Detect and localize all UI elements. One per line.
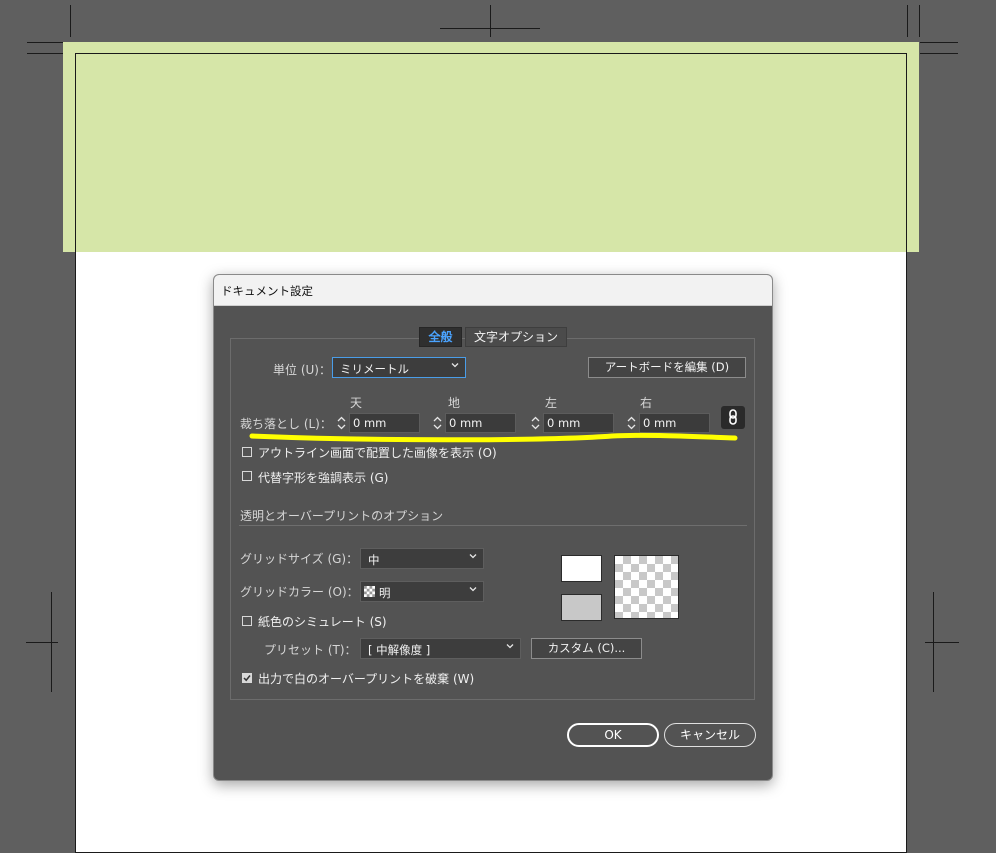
crop-mark: [440, 28, 540, 29]
tab-type-options[interactable]: 文字オプション: [465, 327, 567, 347]
bleed-label: 裁ち落とし (L)：: [240, 417, 332, 431]
dialog-titlebar: ドキュメント設定: [214, 275, 772, 306]
chevron-down-icon: [469, 587, 477, 592]
chain-link-icon: [729, 409, 737, 425]
highlight-glyphs-checkbox[interactable]: [242, 471, 252, 481]
show-images-outline-label: アウトライン画面で配置した画像を表示 (O): [258, 446, 497, 460]
bleed-top-input[interactable]: 0 mm: [349, 413, 420, 433]
crop-mark: [920, 53, 958, 54]
preset-select[interactable]: [ 中解像度 ]: [360, 638, 521, 659]
crop-mark: [925, 642, 959, 643]
unit-select[interactable]: ミリメートル: [332, 357, 466, 378]
ok-button[interactable]: OK: [567, 723, 659, 747]
crop-mark: [907, 5, 908, 37]
bleed-right-input[interactable]: 0 mm: [639, 413, 710, 433]
paper-color-swatch[interactable]: [561, 555, 602, 582]
simulate-paper-label: 紙色のシミュレート (S): [258, 615, 387, 629]
simulate-paper-checkbox[interactable]: [242, 616, 252, 626]
show-images-outline-checkbox[interactable]: [242, 447, 252, 457]
link-bleed-button[interactable]: [721, 406, 745, 429]
bleed-right-heading: 右: [640, 396, 653, 410]
artboard-top-edge: [75, 53, 907, 252]
crop-mark: [490, 5, 491, 37]
bleed-left-input[interactable]: 0 mm: [543, 413, 614, 433]
unit-value: ミリメートル: [340, 362, 409, 376]
bleed-top-heading: 天: [350, 396, 363, 410]
dialog-title: ドキュメント設定: [221, 284, 313, 298]
crop-mark: [919, 5, 920, 37]
checker-pattern-icon: [364, 586, 375, 597]
grid-color-swatch[interactable]: [561, 594, 602, 621]
stepper-icon[interactable]: [624, 413, 639, 433]
crop-mark: [27, 42, 63, 43]
grid-color-value: 明: [379, 586, 391, 600]
grid-color-select[interactable]: 明: [360, 581, 484, 602]
section-divider: [239, 525, 747, 526]
bleed-bottom-heading: 地: [448, 396, 461, 410]
tab-general[interactable]: 全般: [419, 327, 462, 347]
chevron-down-icon: [506, 644, 514, 649]
stepper-icon[interactable]: [528, 413, 543, 433]
discard-white-overprint-checkbox[interactable]: [242, 673, 252, 683]
unit-label: 単位 (U)：: [273, 363, 331, 377]
grid-size-value: 中: [368, 553, 380, 567]
custom-button[interactable]: カスタム (C)...: [531, 638, 642, 659]
checkmark-icon: [243, 675, 251, 682]
cancel-button[interactable]: キャンセル: [664, 723, 756, 747]
preset-value: [ 中解像度 ]: [368, 643, 431, 657]
grid-size-select[interactable]: 中: [360, 548, 484, 569]
checkerboard-preview: [614, 555, 679, 619]
crop-mark: [26, 642, 58, 643]
highlight-glyphs-label: 代替字形を強調表示 (G): [258, 471, 389, 485]
bleed-bottom-input[interactable]: 0 mm: [445, 413, 516, 433]
stepper-icon[interactable]: [430, 413, 445, 433]
discard-white-overprint-label: 出力で白のオーバープリントを破棄 (W): [258, 672, 475, 686]
grid-color-label: グリッドカラー (O)：: [240, 585, 359, 599]
crop-mark: [27, 53, 63, 54]
preset-label: プリセット (T)：: [264, 643, 357, 657]
crop-mark: [70, 5, 71, 37]
grid-size-label: グリッドサイズ (G)：: [240, 552, 359, 566]
document-setup-dialog: ドキュメント設定 全般 文字オプション 単位 (U)： ミリメートル アートボー…: [213, 274, 773, 781]
chevron-down-icon: [451, 363, 459, 368]
bleed-left-heading: 左: [545, 396, 558, 410]
stepper-icon[interactable]: [334, 413, 349, 433]
edit-artboard-button[interactable]: アートボードを編集 (D): [588, 357, 746, 378]
chevron-down-icon: [469, 554, 477, 559]
transparency-section-title: 透明とオーバープリントのオプション: [240, 509, 444, 523]
crop-mark: [920, 42, 958, 43]
